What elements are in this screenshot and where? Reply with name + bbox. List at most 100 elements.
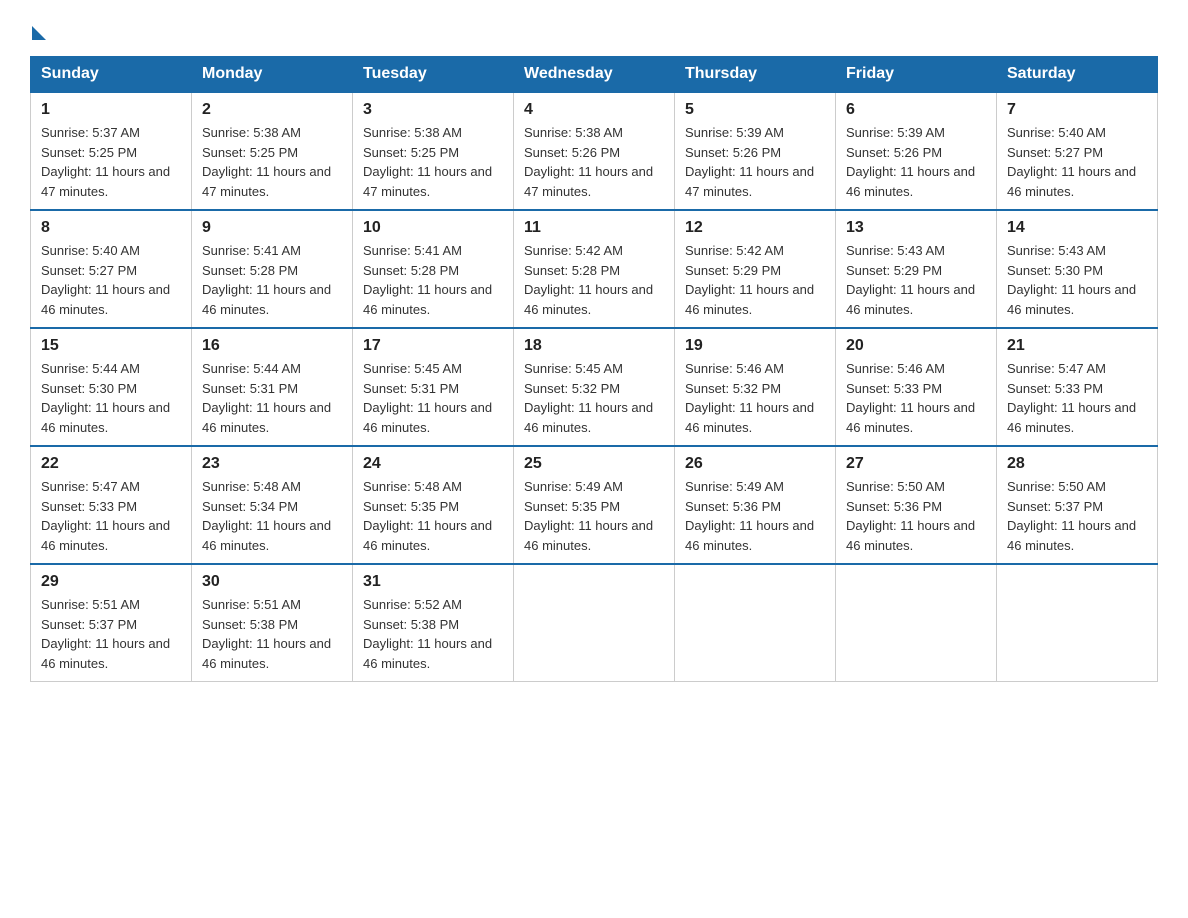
day-info: Sunrise: 5:46 AMSunset: 5:33 PMDaylight:… bbox=[846, 359, 986, 437]
calendar-cell: 8Sunrise: 5:40 AMSunset: 5:27 PMDaylight… bbox=[31, 210, 192, 328]
day-number: 29 bbox=[41, 573, 181, 591]
calendar-cell: 6 Sunrise: 5:39 AMSunset: 5:26 PMDaylight… bbox=[836, 92, 997, 210]
column-header-monday: Monday bbox=[192, 57, 353, 93]
day-number: 28 bbox=[1007, 455, 1147, 473]
calendar-cell: 21Sunrise: 5:47 AMSunset: 5:33 PMDayligh… bbox=[997, 328, 1158, 446]
calendar-cell bbox=[836, 564, 997, 682]
day-info: Sunrise: 5:47 AMSunset: 5:33 PMDaylight:… bbox=[1007, 359, 1147, 437]
day-number: 17 bbox=[363, 337, 503, 355]
week-row-3: 15Sunrise: 5:44 AMSunset: 5:30 PMDayligh… bbox=[31, 328, 1158, 446]
day-number: 9 bbox=[202, 219, 342, 237]
logo-arrow-icon bbox=[32, 26, 46, 40]
day-info: Sunrise: 5:39 AMSunset: 5:26 PMDaylight:… bbox=[846, 123, 986, 201]
calendar-cell: 11 Sunrise: 5:42 AMSunset: 5:28 PMDayligh… bbox=[514, 210, 675, 328]
week-row-2: 8Sunrise: 5:40 AMSunset: 5:27 PMDaylight… bbox=[31, 210, 1158, 328]
day-number: 27 bbox=[846, 455, 986, 473]
column-header-wednesday: Wednesday bbox=[514, 57, 675, 93]
column-header-thursday: Thursday bbox=[675, 57, 836, 93]
week-row-1: 1 Sunrise: 5:37 AMSunset: 5:25 PMDaylight… bbox=[31, 92, 1158, 210]
day-info: Sunrise: 5:42 AMSunset: 5:28 PMDaylight:… bbox=[524, 241, 664, 319]
day-number: 24 bbox=[363, 455, 503, 473]
day-number: 6 bbox=[846, 101, 986, 119]
column-header-tuesday: Tuesday bbox=[353, 57, 514, 93]
week-row-5: 29 Sunrise: 5:51 AMSunset: 5:37 PMDayligh… bbox=[31, 564, 1158, 682]
calendar-cell: 12Sunrise: 5:42 AMSunset: 5:29 PMDayligh… bbox=[675, 210, 836, 328]
day-info: Sunrise: 5:38 AMSunset: 5:25 PMDaylight:… bbox=[202, 123, 342, 201]
calendar-cell: 17 Sunrise: 5:45 AMSunset: 5:31 PMDayligh… bbox=[353, 328, 514, 446]
day-info: Sunrise: 5:45 AMSunset: 5:31 PMDaylight:… bbox=[363, 359, 503, 437]
day-number: 1 bbox=[41, 101, 181, 119]
calendar-cell bbox=[997, 564, 1158, 682]
calendar-cell: 29 Sunrise: 5:51 AMSunset: 5:37 PMDayligh… bbox=[31, 564, 192, 682]
calendar-cell: 4Sunrise: 5:38 AMSunset: 5:26 PMDaylight… bbox=[514, 92, 675, 210]
day-number: 23 bbox=[202, 455, 342, 473]
day-number: 11 bbox=[524, 219, 664, 237]
day-number: 26 bbox=[685, 455, 825, 473]
column-header-friday: Friday bbox=[836, 57, 997, 93]
day-info: Sunrise: 5:51 AMSunset: 5:38 PMDaylight:… bbox=[202, 595, 342, 673]
day-number: 10 bbox=[363, 219, 503, 237]
calendar-cell: 16 Sunrise: 5:44 AMSunset: 5:31 PMDayligh… bbox=[192, 328, 353, 446]
day-number: 31 bbox=[363, 573, 503, 591]
calendar-cell: 24Sunrise: 5:48 AMSunset: 5:35 PMDayligh… bbox=[353, 446, 514, 564]
day-info: Sunrise: 5:43 AMSunset: 5:30 PMDaylight:… bbox=[1007, 241, 1147, 319]
day-number: 4 bbox=[524, 101, 664, 119]
day-number: 16 bbox=[202, 337, 342, 355]
calendar-cell bbox=[514, 564, 675, 682]
day-info: Sunrise: 5:52 AMSunset: 5:38 PMDaylight:… bbox=[363, 595, 503, 673]
day-info: Sunrise: 5:49 AMSunset: 5:35 PMDaylight:… bbox=[524, 477, 664, 555]
day-number: 5 bbox=[685, 101, 825, 119]
day-info: Sunrise: 5:42 AMSunset: 5:29 PMDaylight:… bbox=[685, 241, 825, 319]
calendar-cell: 9Sunrise: 5:41 AMSunset: 5:28 PMDaylight… bbox=[192, 210, 353, 328]
calendar-cell: 22 Sunrise: 5:47 AMSunset: 5:33 PMDayligh… bbox=[31, 446, 192, 564]
day-number: 2 bbox=[202, 101, 342, 119]
calendar-cell: 14 Sunrise: 5:43 AMSunset: 5:30 PMDayligh… bbox=[997, 210, 1158, 328]
day-info: Sunrise: 5:43 AMSunset: 5:29 PMDaylight:… bbox=[846, 241, 986, 319]
calendar-cell: 31 Sunrise: 5:52 AMSunset: 5:38 PMDayligh… bbox=[353, 564, 514, 682]
day-info: Sunrise: 5:37 AMSunset: 5:25 PMDaylight:… bbox=[41, 123, 181, 201]
column-header-sunday: Sunday bbox=[31, 57, 192, 93]
day-number: 20 bbox=[846, 337, 986, 355]
page-header bbox=[30, 20, 1158, 36]
day-number: 14 bbox=[1007, 219, 1147, 237]
calendar-cell: 10 Sunrise: 5:41 AMSunset: 5:28 PMDayligh… bbox=[353, 210, 514, 328]
day-number: 22 bbox=[41, 455, 181, 473]
day-number: 7 bbox=[1007, 101, 1147, 119]
header-row: SundayMondayTuesdayWednesdayThursdayFrid… bbox=[31, 57, 1158, 93]
day-info: Sunrise: 5:44 AMSunset: 5:30 PMDaylight:… bbox=[41, 359, 181, 437]
day-number: 13 bbox=[846, 219, 986, 237]
day-number: 25 bbox=[524, 455, 664, 473]
day-info: Sunrise: 5:48 AMSunset: 5:34 PMDaylight:… bbox=[202, 477, 342, 555]
calendar-cell: 3Sunrise: 5:38 AMSunset: 5:25 PMDaylight… bbox=[353, 92, 514, 210]
calendar-cell: 28 Sunrise: 5:50 AMSunset: 5:37 PMDayligh… bbox=[997, 446, 1158, 564]
calendar-cell: 30 Sunrise: 5:51 AMSunset: 5:38 PMDayligh… bbox=[192, 564, 353, 682]
day-info: Sunrise: 5:51 AMSunset: 5:37 PMDaylight:… bbox=[41, 595, 181, 673]
day-info: Sunrise: 5:38 AMSunset: 5:25 PMDaylight:… bbox=[363, 123, 503, 201]
day-info: Sunrise: 5:40 AMSunset: 5:27 PMDaylight:… bbox=[1007, 123, 1147, 201]
day-number: 18 bbox=[524, 337, 664, 355]
calendar-cell: 13 Sunrise: 5:43 AMSunset: 5:29 PMDayligh… bbox=[836, 210, 997, 328]
calendar-cell: 5 Sunrise: 5:39 AMSunset: 5:26 PMDaylight… bbox=[675, 92, 836, 210]
calendar-table: SundayMondayTuesdayWednesdayThursdayFrid… bbox=[30, 56, 1158, 682]
day-info: Sunrise: 5:44 AMSunset: 5:31 PMDaylight:… bbox=[202, 359, 342, 437]
day-info: Sunrise: 5:50 AMSunset: 5:36 PMDaylight:… bbox=[846, 477, 986, 555]
calendar-cell: 26 Sunrise: 5:49 AMSunset: 5:36 PMDayligh… bbox=[675, 446, 836, 564]
calendar-cell: 23 Sunrise: 5:48 AMSunset: 5:34 PMDayligh… bbox=[192, 446, 353, 564]
calendar-cell: 27 Sunrise: 5:50 AMSunset: 5:36 PMDayligh… bbox=[836, 446, 997, 564]
calendar-cell: 20 Sunrise: 5:46 AMSunset: 5:33 PMDayligh… bbox=[836, 328, 997, 446]
calendar-cell: 7 Sunrise: 5:40 AMSunset: 5:27 PMDaylight… bbox=[997, 92, 1158, 210]
calendar-cell bbox=[675, 564, 836, 682]
day-number: 8 bbox=[41, 219, 181, 237]
calendar-cell: 18 Sunrise: 5:45 AMSunset: 5:32 PMDayligh… bbox=[514, 328, 675, 446]
day-info: Sunrise: 5:39 AMSunset: 5:26 PMDaylight:… bbox=[685, 123, 825, 201]
day-number: 30 bbox=[202, 573, 342, 591]
day-number: 19 bbox=[685, 337, 825, 355]
day-info: Sunrise: 5:50 AMSunset: 5:37 PMDaylight:… bbox=[1007, 477, 1147, 555]
day-info: Sunrise: 5:47 AMSunset: 5:33 PMDaylight:… bbox=[41, 477, 181, 555]
calendar-header: SundayMondayTuesdayWednesdayThursdayFrid… bbox=[31, 57, 1158, 93]
calendar-cell: 2 Sunrise: 5:38 AMSunset: 5:25 PMDaylight… bbox=[192, 92, 353, 210]
day-info: Sunrise: 5:41 AMSunset: 5:28 PMDaylight:… bbox=[363, 241, 503, 319]
logo bbox=[30, 20, 46, 36]
day-info: Sunrise: 5:45 AMSunset: 5:32 PMDaylight:… bbox=[524, 359, 664, 437]
day-info: Sunrise: 5:49 AMSunset: 5:36 PMDaylight:… bbox=[685, 477, 825, 555]
